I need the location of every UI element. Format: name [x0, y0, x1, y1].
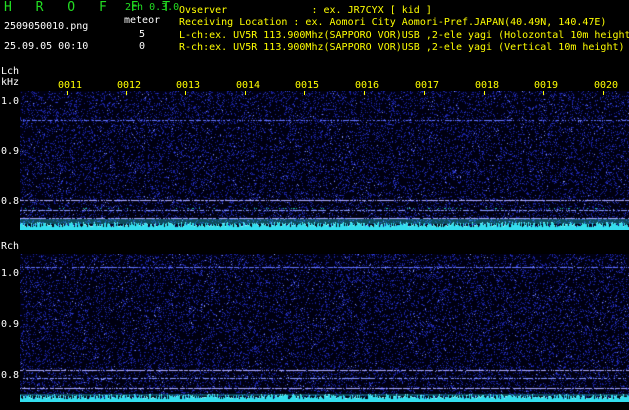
- time-tick-label: 0013: [176, 80, 201, 91]
- lch-ytick-0.8: 0.8: [1, 196, 20, 207]
- meteor-count-rch: 0: [139, 41, 146, 52]
- time-tick-label: 0019: [534, 80, 559, 91]
- lch-ytick-1.0: 1.0: [1, 96, 20, 107]
- rch-ytick-0.9: 0.9: [1, 319, 20, 330]
- filename-label: 2509050010.png: [4, 21, 89, 32]
- time-tick-mark: [67, 91, 68, 95]
- rch-ytick-1.0: 1.0: [1, 268, 20, 279]
- datetime-label: 25.09.05 00:10: [4, 41, 89, 52]
- rch-spectrogram: [20, 254, 629, 402]
- time-tick-label: 0020: [594, 80, 619, 91]
- lch-unit-label: kHz: [1, 77, 20, 88]
- lch-spectrogram-canvas: [20, 91, 629, 230]
- time-tick-label: 0017: [415, 80, 440, 91]
- time-tick-mark: [603, 91, 604, 95]
- time-tick-mark: [126, 91, 127, 95]
- lch-spectrogram: [20, 91, 629, 230]
- time-tick-label: 0018: [475, 80, 500, 91]
- meteor-label: meteor: [124, 15, 161, 26]
- time-tick-label: 0011: [58, 80, 83, 91]
- time-tick-mark: [543, 91, 544, 95]
- time-tick-label: 0016: [355, 80, 380, 91]
- lch-ytick-0.9: 0.9: [1, 146, 20, 157]
- mode-label: 2ch 0.3.0: [125, 2, 180, 13]
- rch-spectrogram-canvas: [20, 254, 629, 402]
- time-tick-label: 0015: [295, 80, 320, 91]
- rch-ytick-0.8: 0.8: [1, 370, 20, 381]
- rch-info-line: R-ch:ex. UV5R 113.900Mhz(SAPPORO VOR)USB…: [179, 42, 625, 53]
- observer-line: Ovserver : ex. JR7CYX [ kid ]: [179, 5, 432, 16]
- time-tick-mark: [304, 91, 305, 95]
- lch-label: Lch: [1, 66, 20, 77]
- time-tick-mark: [424, 91, 425, 95]
- time-tick-mark: [245, 91, 246, 95]
- location-line: Receiving Location : ex. Aomori City Aom…: [179, 17, 607, 28]
- time-tick-label: 0012: [117, 80, 142, 91]
- rch-label: Rch: [1, 241, 20, 252]
- lch-info-line: L-ch:ex. UV5R 113.900Mhz(SAPPORO VOR)USB…: [179, 30, 629, 41]
- meteor-count-lch: 5: [139, 29, 146, 40]
- time-tick-label: 0014: [236, 80, 261, 91]
- time-tick-mark: [185, 91, 186, 95]
- time-tick-mark: [364, 91, 365, 95]
- time-tick-mark: [484, 91, 485, 95]
